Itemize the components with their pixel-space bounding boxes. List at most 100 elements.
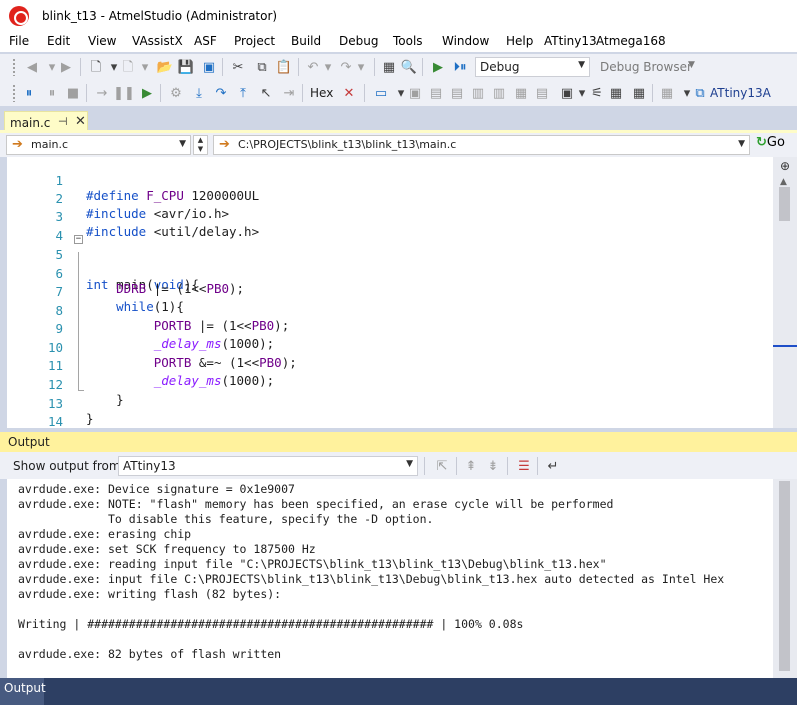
- clear-all-icon[interactable]: ☰: [514, 456, 534, 476]
- dropdown-arrow-icon[interactable]: ▾: [318, 57, 338, 77]
- menu-debug[interactable]: Debug: [339, 34, 378, 48]
- menu-build[interactable]: Build: [291, 34, 321, 48]
- close-icon[interactable]: ✕: [75, 114, 86, 129]
- break-all-icon[interactable]: ⏸: [42, 83, 62, 103]
- code-line: 7 while(1){: [7, 269, 773, 314]
- registers-view-icon[interactable]: ▦: [511, 83, 531, 103]
- scrollbar-thumb[interactable]: [779, 187, 790, 221]
- menu-help[interactable]: Help: [506, 34, 533, 48]
- call-stack-icon[interactable]: ▤: [532, 83, 552, 103]
- standard-toolbar: ◀ ▾ ▶ 🗋 ▾ 🗋 ▾ 📂 💾 ▣ ✂ ⧉ 📋 ↶ ▾ ↷ ▾ ▦ 🔍 ▶ …: [0, 54, 797, 80]
- menu-attiny13[interactable]: ATtiny13: [544, 34, 597, 48]
- dropdown-arrow-icon[interactable]: ▾: [351, 57, 371, 77]
- menu-project[interactable]: Project: [234, 34, 275, 48]
- toggle-word-wrap-icon[interactable]: ↵: [543, 456, 563, 476]
- pin-icon[interactable]: ⊣: [58, 115, 68, 128]
- tab-main-c[interactable]: main.c ⊣ ✕: [4, 111, 88, 132]
- toolbar-separator: [364, 84, 365, 102]
- continue-icon[interactable]: ▶: [137, 83, 157, 103]
- navigate-back-icon[interactable]: ◀: [22, 57, 42, 77]
- reset-icon[interactable]: ⇥: [279, 83, 299, 103]
- step-over-icon[interactable]: ↷: [211, 83, 231, 103]
- navigate-forward-icon[interactable]: ▶: [56, 57, 76, 77]
- sck-icon[interactable]: ⚟: [587, 83, 607, 103]
- chevron-down-icon[interactable]: ▼: [688, 60, 695, 70]
- tab-label: main.c: [10, 116, 51, 130]
- copy-icon[interactable]: ⧉: [252, 57, 272, 77]
- chevron-down-icon: ▼: [738, 139, 745, 149]
- pause-icon[interactable]: ❚❚: [113, 83, 135, 103]
- collapse-icon[interactable]: −: [74, 235, 83, 244]
- processor-view-icon[interactable]: ▣: [405, 83, 425, 103]
- toolbar-grip-icon[interactable]: [12, 84, 16, 102]
- code-editor[interactable]: 1 #define F_CPU 1200000UL 2 #include <av…: [7, 157, 773, 428]
- scrollbar-thumb[interactable]: [779, 481, 790, 671]
- toolbar-grip-icon[interactable]: [12, 58, 16, 76]
- go-to-next-message-icon[interactable]: ⇟: [483, 456, 503, 476]
- menu-view[interactable]: View: [88, 34, 116, 48]
- find-icon[interactable]: 🔍: [399, 57, 419, 77]
- menu-tools[interactable]: Tools: [393, 34, 423, 48]
- menu-edit[interactable]: Edit: [47, 34, 70, 48]
- disassembly-icon[interactable]: ⚙: [166, 83, 186, 103]
- output-toolbar: Show output from: ATtiny13 ▼ ⇱ ⇞ ⇟ ☰ ↵: [0, 452, 797, 479]
- menu-asf[interactable]: ASF: [194, 34, 217, 48]
- output-line: avrdude.exe: writing flash (82 bytes):: [18, 587, 282, 601]
- output-vertical-scrollbar[interactable]: [773, 479, 797, 678]
- find-message-in-code-icon[interactable]: ⇱: [432, 456, 452, 476]
- code-line: 10 PORTB &=~ (1<<PB0);: [7, 325, 773, 370]
- go-button[interactable]: ↻Go: [756, 135, 794, 155]
- output-source-combo[interactable]: ATtiny13 ▼: [118, 456, 418, 476]
- save-icon[interactable]: 💾: [176, 57, 196, 77]
- path-combo[interactable]: ➔ C:\PROJECTS\blink_t13\blink_t13\main.c…: [213, 135, 750, 155]
- io-view-icon[interactable]: ▤: [426, 83, 446, 103]
- solution-configuration-combo[interactable]: Debug ▼: [475, 57, 590, 77]
- memory-view-icon[interactable]: ▤: [447, 83, 467, 103]
- start-without-debugging-icon[interactable]: ⏵⏸: [450, 57, 470, 77]
- chip-icon[interactable]: ▦: [606, 83, 626, 103]
- save-all-icon[interactable]: ▣: [199, 57, 219, 77]
- code-line: 5 − int main(void){: [7, 232, 773, 293]
- solution-explorer-icon[interactable]: ▦: [379, 57, 399, 77]
- editor-vertical-scrollbar[interactable]: ⊕ ▲: [773, 157, 797, 428]
- go-to-previous-message-icon[interactable]: ⇞: [461, 456, 481, 476]
- menu-vassistx[interactable]: VAssistX: [132, 34, 183, 48]
- paste-icon[interactable]: 📋: [274, 57, 294, 77]
- file-scope-value: main.c: [31, 138, 69, 151]
- start-debugging-and-break-icon[interactable]: ⏸: [19, 83, 39, 103]
- toggle-breakpoint-icon[interactable]: ✕: [339, 83, 359, 103]
- open-file-icon[interactable]: 📂: [155, 57, 175, 77]
- device-chip-icon[interactable]: ⧉: [690, 83, 710, 103]
- split-window-icon[interactable]: ⊕: [777, 159, 793, 175]
- scroll-up-icon[interactable]: ▲: [780, 177, 787, 187]
- locals-view-icon[interactable]: ▥: [489, 83, 509, 103]
- run-to-cursor-icon[interactable]: ↖: [256, 83, 276, 103]
- step-into-icon[interactable]: ⤓: [189, 83, 209, 103]
- cut-icon[interactable]: ✂: [228, 57, 248, 77]
- show-next-statement-icon[interactable]: →: [92, 83, 112, 103]
- fuses-icon[interactable]: ▦: [657, 83, 677, 103]
- step-out-icon[interactable]: ⤒: [233, 83, 253, 103]
- new-project-icon[interactable]: 🗋: [86, 57, 106, 77]
- dropdown-arrow-icon[interactable]: ▾: [135, 57, 155, 77]
- output-line: avrdude.exe: set SCK frequency to 187500…: [18, 542, 316, 556]
- stop-debugging-icon[interactable]: ■: [63, 83, 83, 103]
- menu-atmega168[interactable]: Atmega168: [596, 34, 666, 48]
- debug-browser-button[interactable]: Debug Browser: [600, 60, 692, 74]
- tab-output[interactable]: Output: [0, 678, 46, 705]
- watch-view-icon[interactable]: ▥: [468, 83, 488, 103]
- split-spinner[interactable]: ▲ ▼: [193, 135, 208, 155]
- show-output-from-label: Show output from:: [13, 459, 125, 473]
- menu-window[interactable]: Window: [442, 34, 489, 48]
- windows-icon[interactable]: ▭: [371, 83, 391, 103]
- start-debugging-icon[interactable]: ▶: [428, 57, 448, 77]
- toolbar-separator: [424, 457, 425, 475]
- chip-erase-icon[interactable]: ▦: [629, 83, 649, 103]
- menu-file[interactable]: File: [9, 34, 29, 48]
- device-selection-button[interactable]: ATtiny13A: [710, 86, 771, 100]
- toolbar-separator: [222, 58, 223, 76]
- file-scope-combo[interactable]: ➔ main.c ▼: [6, 135, 191, 155]
- output-text-area[interactable]: avrdude.exe: Device signature = 0x1e9007…: [7, 479, 773, 678]
- go-label: Go: [766, 135, 785, 150]
- hex-display-toggle[interactable]: Hex: [310, 86, 333, 100]
